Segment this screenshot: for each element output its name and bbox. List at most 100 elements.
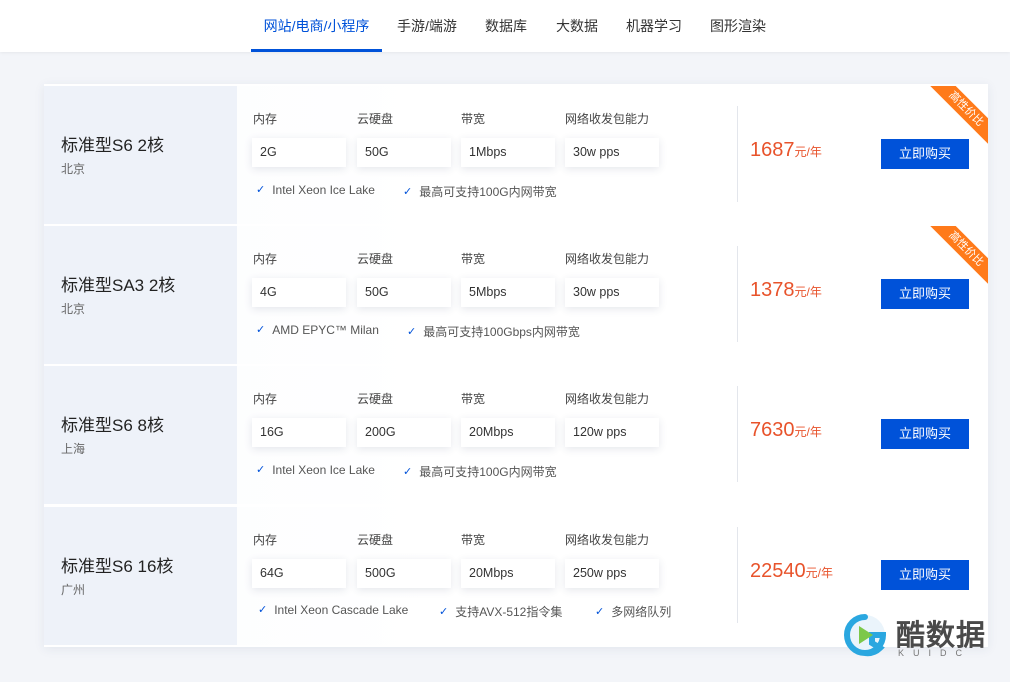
tab-database[interactable]: 数据库: [476, 0, 536, 52]
pps-label: 网络收发包能力: [565, 112, 650, 126]
product-name: 标准型S6 8核: [61, 416, 164, 435]
divider: [737, 527, 738, 623]
memory-label: 内存: [253, 392, 278, 406]
price: 22540元/年: [750, 560, 833, 583]
price: 1378元/年: [750, 279, 822, 302]
product-region: 广州: [61, 583, 86, 597]
value-ribbon-label: 高性价比: [928, 226, 988, 286]
check-icon: ✓: [439, 606, 449, 618]
pps-value: 30w pps: [565, 138, 659, 167]
feature-item: ✓ 支持AVX-512指令集: [439, 603, 562, 620]
product-row: 标准型S6 2核 北京 内存 云硬盘 带宽 网络收发包能力 2G 50G 1Mb…: [44, 86, 988, 224]
bandwidth-value: 20Mbps: [461, 418, 555, 447]
price-unit: 元/年: [794, 285, 822, 299]
feature-item: ✓ Intel Xeon Ice Lake: [256, 463, 375, 477]
memory-value: 64G: [252, 559, 346, 588]
pps-value: 30w pps: [565, 278, 659, 307]
price-value: 1687: [750, 139, 795, 161]
feature-item: ✓ 多网络队列: [595, 603, 671, 620]
disk-label: 云硬盘: [357, 392, 394, 406]
bandwidth-value: 5Mbps: [461, 278, 555, 307]
category-tab-bar: 网站/电商/小程序 手游/端游 数据库 大数据 机器学习 图形渲染: [0, 0, 1010, 52]
feature-text: 多网络队列: [611, 605, 672, 619]
tab-machine-learning[interactable]: 机器学习: [618, 0, 690, 52]
feature-item: ✓ 最高可支持100G内网带宽: [403, 463, 557, 480]
price: 7630元/年: [750, 419, 822, 442]
price-unit: 元/年: [794, 145, 822, 159]
feature-text: 支持AVX-512指令集: [455, 605, 563, 619]
product-region: 上海: [61, 442, 86, 456]
feature-item: ✓ 最高可支持100Gbps内网带宽: [407, 323, 580, 340]
bandwidth-label: 带宽: [461, 392, 486, 406]
feature-item: ✓ Intel Xeon Ice Lake: [256, 183, 375, 197]
buy-now-button[interactable]: 立即购买: [881, 419, 969, 449]
memory-value: 2G: [252, 138, 346, 167]
product-name: 标准型S6 16核: [61, 557, 174, 576]
product-row: 标准型SA3 2核 北京 内存 云硬盘 带宽 网络收发包能力 4G 50G 5M…: [44, 226, 988, 364]
disk-value: 500G: [357, 559, 451, 588]
pps-value: 250w pps: [565, 559, 659, 588]
price: 1687元/年: [750, 139, 822, 162]
product-region: 北京: [61, 302, 86, 316]
check-icon: ✓: [407, 326, 417, 338]
disk-value: 200G: [357, 418, 451, 447]
bandwidth-value: 20Mbps: [461, 559, 555, 588]
value-ribbon-label: 高性价比: [928, 86, 988, 146]
product-region: 北京: [61, 162, 86, 176]
price-value: 1378: [750, 279, 795, 301]
pps-label: 网络收发包能力: [565, 533, 650, 547]
price-unit: 元/年: [794, 425, 822, 439]
memory-value: 4G: [252, 278, 346, 307]
memory-label: 内存: [253, 533, 278, 547]
tab-website-ecommerce-miniprogram[interactable]: 网站/电商/小程序: [251, 0, 382, 52]
price-value: 7630: [750, 419, 795, 441]
feature-item: ✓ 最高可支持100G内网带宽: [403, 183, 557, 200]
pps-label: 网络收发包能力: [565, 252, 650, 266]
memory-label: 内存: [253, 112, 278, 126]
divider: [737, 106, 738, 202]
feature-text: Intel Xeon Ice Lake: [272, 183, 375, 197]
check-icon: ✓: [256, 184, 266, 196]
feature-text: Intel Xeon Cascade Lake: [274, 603, 409, 617]
feature-text: 最高可支持100Gbps内网带宽: [423, 325, 580, 339]
product-name: 标准型S6 2核: [61, 136, 164, 155]
value-ribbon: 高性价比: [928, 86, 988, 146]
disk-label: 云硬盘: [357, 533, 394, 547]
watermark-subtext: KUIDC: [898, 648, 972, 658]
bandwidth-label: 带宽: [461, 533, 486, 547]
pps-label: 网络收发包能力: [565, 392, 650, 406]
feature-text: AMD EPYC™ Milan: [272, 323, 379, 337]
feature-text: 最高可支持100G内网带宽: [419, 465, 557, 479]
tab-mobile-pc-games[interactable]: 手游/端游: [389, 0, 465, 52]
price-unit: 元/年: [805, 566, 833, 580]
memory-value: 16G: [252, 418, 346, 447]
tab-graphics-rendering[interactable]: 图形渲染: [701, 0, 775, 52]
kuidc-watermark-logo: 酷数据 KUIDC: [842, 606, 992, 662]
check-icon: ✓: [403, 466, 413, 478]
memory-label: 内存: [253, 252, 278, 266]
check-icon: ✓: [256, 324, 266, 336]
kuidc-logo-icon: [844, 614, 887, 657]
value-ribbon: 高性价比: [928, 226, 988, 286]
product-header: 标准型S6 16核 广州: [44, 507, 237, 645]
bandwidth-label: 带宽: [461, 112, 486, 126]
price-value: 22540: [750, 560, 806, 582]
disk-label: 云硬盘: [357, 112, 394, 126]
pps-value: 120w pps: [565, 418, 659, 447]
product-list: 标准型S6 2核 北京 内存 云硬盘 带宽 网络收发包能力 2G 50G 1Mb…: [44, 84, 988, 647]
buy-now-button[interactable]: 立即购买: [881, 560, 969, 590]
bandwidth-label: 带宽: [461, 252, 486, 266]
disk-value: 50G: [357, 278, 451, 307]
disk-value: 50G: [357, 138, 451, 167]
feature-text: 最高可支持100G内网带宽: [419, 185, 557, 199]
disk-label: 云硬盘: [357, 252, 394, 266]
product-row: 标准型S6 8核 上海 内存 云硬盘 带宽 网络收发包能力 16G 200G 2…: [44, 366, 988, 504]
check-icon: ✓: [403, 186, 413, 198]
check-icon: ✓: [256, 464, 266, 476]
product-header: 标准型SA3 2核 北京: [44, 226, 237, 364]
product-header: 标准型S6 8核 上海: [44, 366, 237, 504]
product-name: 标准型SA3 2核: [61, 276, 176, 295]
tab-big-data[interactable]: 大数据: [547, 0, 607, 52]
divider: [737, 246, 738, 342]
divider: [737, 386, 738, 482]
